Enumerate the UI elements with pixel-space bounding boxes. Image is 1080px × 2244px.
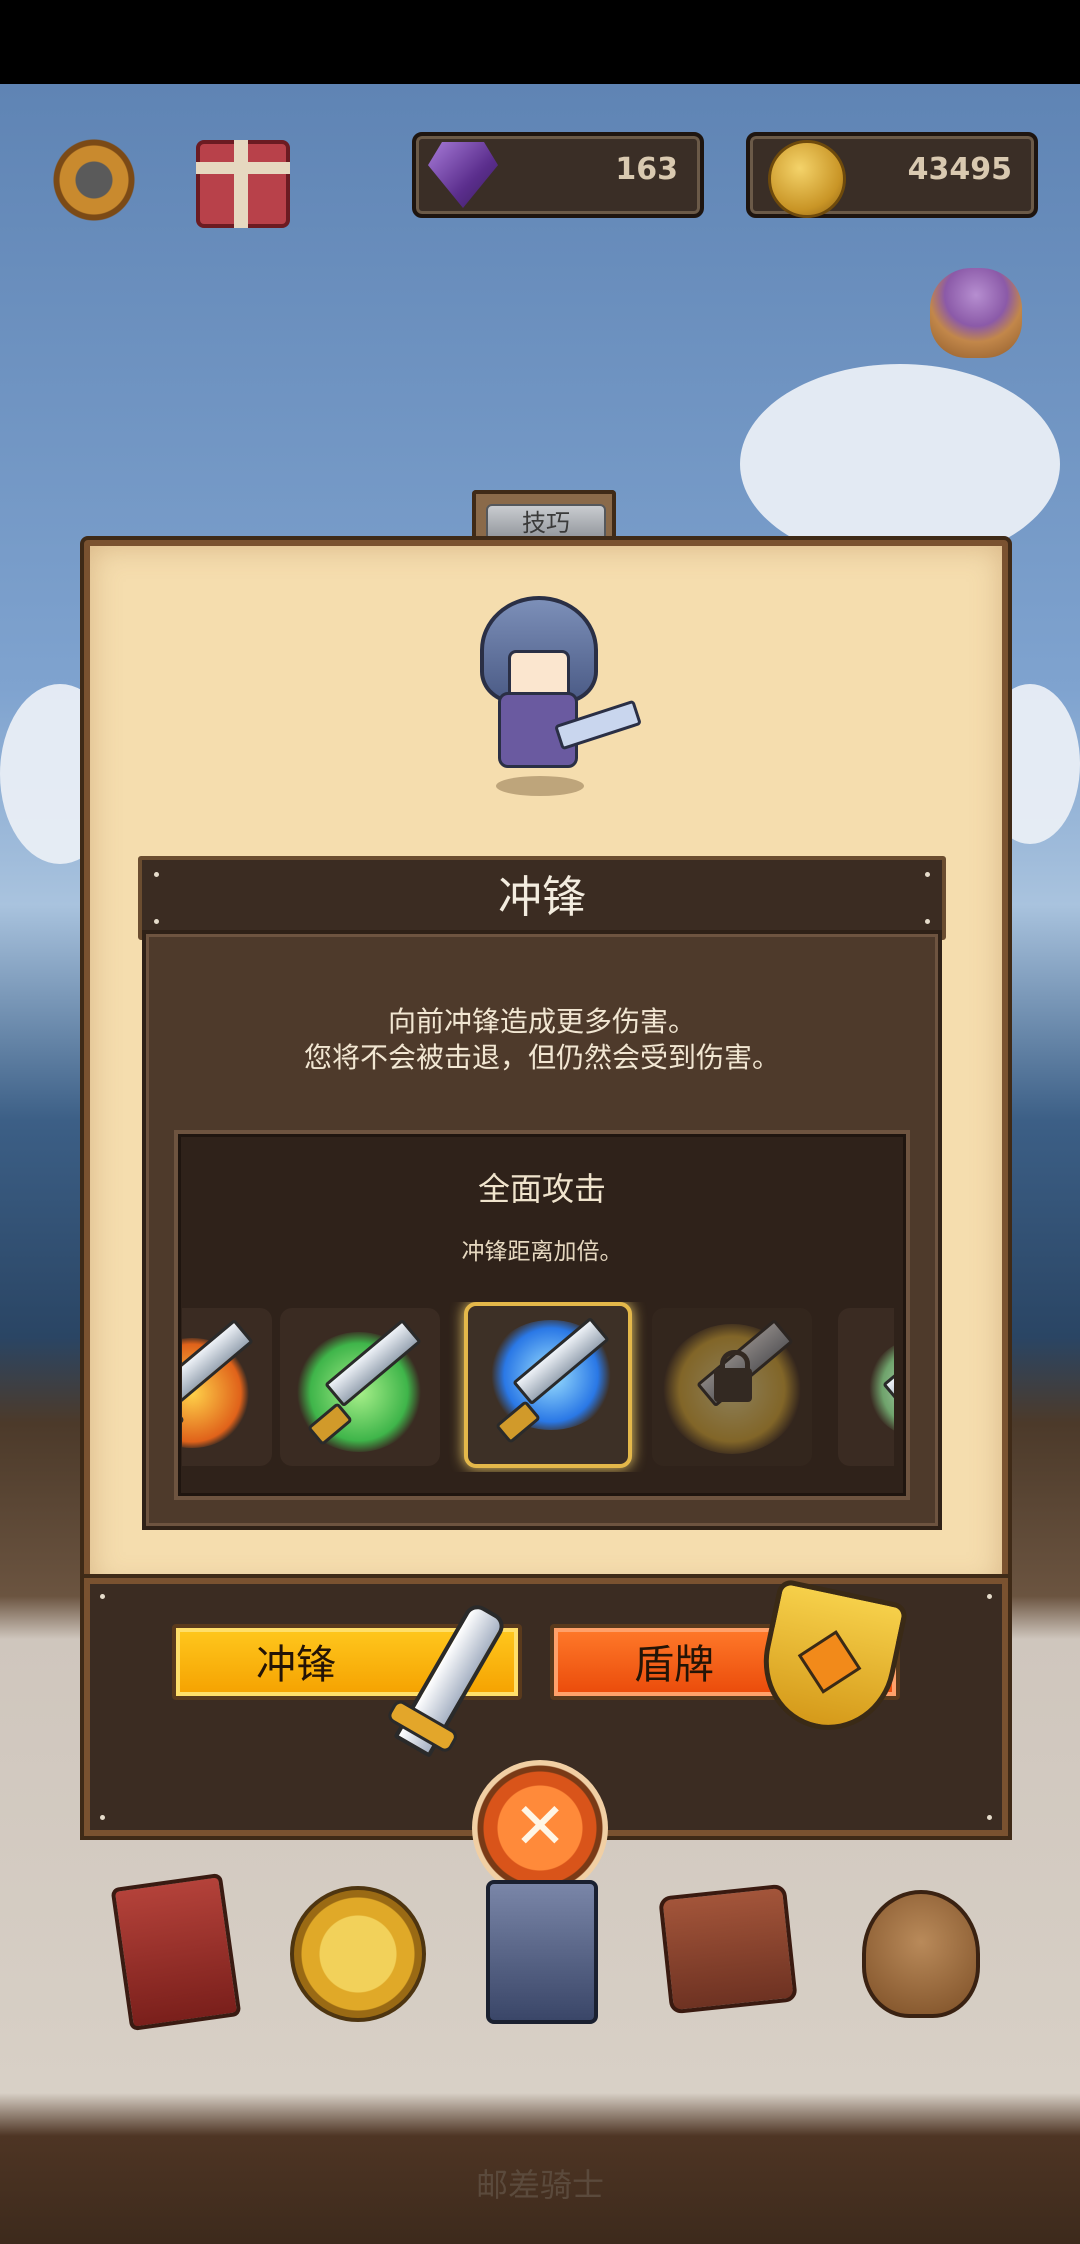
inventory-bag-shape: [658, 1883, 798, 2015]
wind-sword-icon[interactable]: [464, 1302, 632, 1468]
close-button[interactable]: ✕: [472, 1760, 608, 1896]
spellbook-icon[interactable]: [110, 1872, 242, 2032]
fire-sword-icon[interactable]: [182, 1308, 272, 1466]
rivet: [154, 919, 159, 924]
gem-counter: 163: [412, 132, 704, 218]
heal-sword-icon[interactable]: [280, 1308, 440, 1466]
inventory-bag-icon[interactable]: [650, 1880, 800, 2030]
gift-icon[interactable]: [196, 140, 290, 228]
shield-button-label: 盾牌: [634, 1642, 714, 1688]
gem-count: 163: [615, 152, 678, 187]
skill-description-line-1: 向前冲锋造成更多伤害。: [387, 1005, 696, 1038]
coin-counter: 43495: [746, 132, 1038, 218]
close-icon: ✕: [513, 1790, 567, 1864]
rivet: [925, 919, 930, 924]
coin-icon: [768, 140, 846, 218]
panel-tab-label: 技巧: [486, 504, 606, 544]
cloud: [740, 364, 1060, 564]
charge-button-label: 冲锋: [256, 1642, 336, 1688]
rivet: [925, 872, 930, 877]
coin-count: 43495: [907, 152, 1012, 187]
settings-gear-icon[interactable]: [44, 130, 144, 230]
star-coin-shape: [290, 1886, 426, 2022]
arrow-sword-icon[interactable]: [838, 1308, 894, 1466]
card-deck-shape: [486, 1880, 598, 2024]
star-coin-icon[interactable]: [290, 1880, 426, 2030]
upgrade-options-strip[interactable]: [182, 1302, 894, 1472]
loot-bag-icon[interactable]: [848, 1880, 980, 2030]
burst-sword-icon[interactable]: [652, 1308, 812, 1466]
lock-icon: [714, 1350, 752, 1402]
rivet: [100, 1815, 105, 1820]
rivet: [100, 1594, 105, 1599]
upgrade-title: 全面攻击: [477, 1170, 606, 1208]
rivet: [154, 872, 159, 877]
upgrade-description: 冲锋距离加倍。: [461, 1239, 623, 1265]
loot-bag-shape: [862, 1890, 980, 2018]
rivet: [987, 1594, 992, 1599]
game-title: 邮差骑士: [475, 2166, 604, 2204]
upgrade-box: 全面攻击 冲锋距离加倍。: [174, 1130, 910, 1500]
skill-name: 冲锋: [498, 872, 586, 923]
rivet: [987, 1815, 992, 1820]
card-deck-icon[interactable]: [476, 1880, 606, 2030]
spellbook-shape: [110, 1872, 242, 2032]
character-shadow: [496, 776, 584, 796]
skill-title-bar: 冲锋: [138, 856, 946, 940]
gem-icon: [428, 142, 498, 208]
knight-character-icon: [460, 576, 642, 806]
skill-description-line-2: 您将不会被击退，但仍然会受到伤害。: [303, 1041, 780, 1074]
loot-sack-icon[interactable]: [930, 268, 1022, 358]
